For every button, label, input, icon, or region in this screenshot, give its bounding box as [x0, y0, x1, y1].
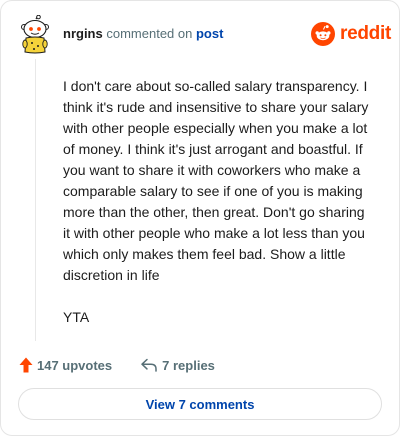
upvote-button[interactable]: 147 upvotes	[19, 357, 112, 373]
comment-action-text: commented on	[106, 26, 193, 41]
username[interactable]: nrgins	[63, 26, 103, 41]
comment-text: I don't care about so-called salary tran…	[63, 78, 369, 283]
thread-line	[35, 59, 36, 341]
replies-count: 7 replies	[162, 357, 215, 373]
comment-card: nrgins commented on post reddit I don't …	[0, 0, 400, 436]
view-comments-button[interactable]: View 7 comments	[18, 388, 382, 420]
comment-actions: 147 upvotes 7 replies	[19, 355, 215, 375]
reddit-wordmark: reddit	[340, 23, 391, 44]
reply-arrow-icon	[141, 358, 157, 372]
snoo-avatar-icon	[21, 14, 49, 54]
comment-verdict: YTA	[63, 309, 90, 325]
upvote-count: 147 upvotes	[37, 357, 113, 373]
comment-body: I don't care about so-called salary tran…	[63, 76, 375, 328]
user-avatar[interactable]	[19, 14, 51, 55]
reddit-snoo-icon	[311, 22, 335, 46]
comment-header: nrgins commented on post	[63, 26, 223, 41]
post-link[interactable]: post	[196, 26, 223, 41]
replies-button[interactable]: 7 replies	[140, 358, 215, 373]
reddit-logo[interactable]: reddit	[311, 21, 391, 47]
upvote-arrow-icon	[19, 357, 33, 373]
